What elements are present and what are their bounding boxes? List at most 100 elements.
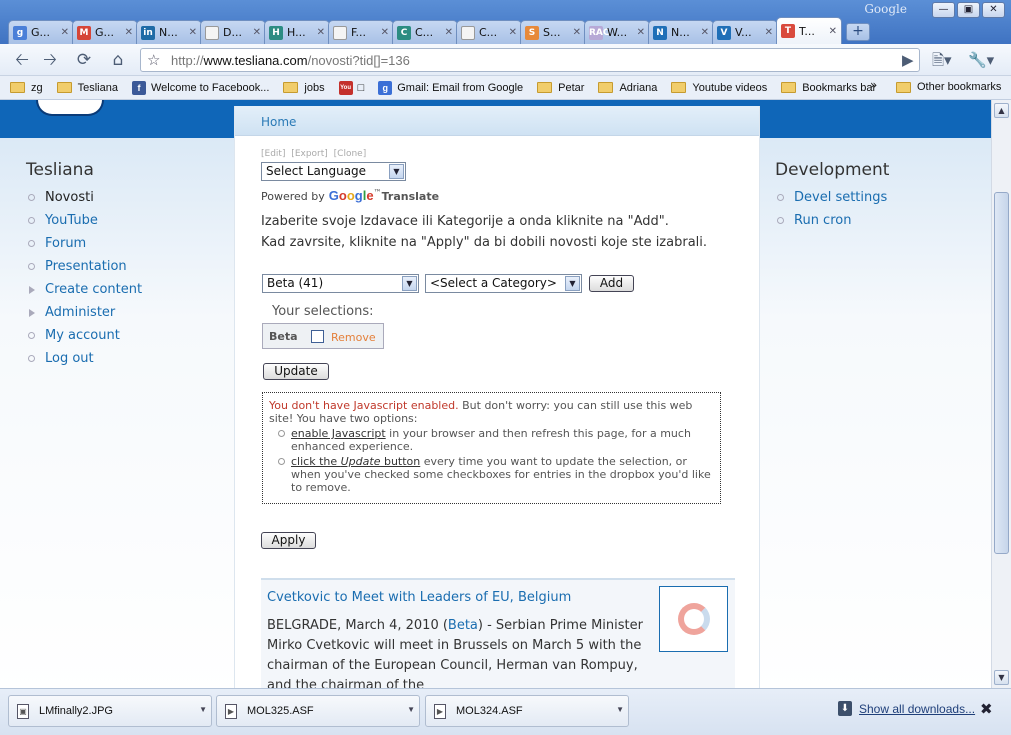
back-arrow-icon[interactable]: 🡠 bbox=[10, 49, 34, 71]
publisher-select[interactable]: Beta (41) ▼ bbox=[262, 274, 419, 293]
menu-link[interactable]: YouTube bbox=[45, 213, 98, 228]
menu-link[interactable]: Devel settings bbox=[794, 190, 887, 205]
menu-item-my-account[interactable]: My account bbox=[26, 324, 142, 347]
bookmark-item[interactable]: You □ bbox=[338, 80, 364, 95]
menu-item-administer[interactable]: Administer bbox=[26, 301, 142, 324]
tab-close-icon[interactable]: ✕ bbox=[829, 26, 837, 37]
go-arrow-icon[interactable]: ▶ bbox=[902, 49, 914, 71]
close-icon[interactable]: ✖ bbox=[980, 700, 993, 718]
download-item[interactable]: ▶ MOL325.ASF ▼ bbox=[216, 695, 420, 727]
menu-item-log-out[interactable]: Log out bbox=[26, 347, 142, 370]
tab-close-icon[interactable]: ✕ bbox=[189, 27, 197, 38]
scrollbar-thumb[interactable] bbox=[994, 192, 1009, 554]
browser-tab[interactable]: N N... ✕ bbox=[648, 20, 714, 44]
tab-close-icon[interactable]: ✕ bbox=[381, 27, 389, 38]
minimize-button[interactable]: — bbox=[932, 2, 955, 18]
remove-checkbox[interactable] bbox=[311, 330, 324, 343]
browser-tab[interactable]: D... ✕ bbox=[200, 20, 266, 44]
chevron-down-icon[interactable]: ▼ bbox=[616, 705, 624, 714]
reload-icon[interactable]: ⟳ bbox=[72, 49, 96, 71]
url-text[interactable]: http://www.tesliana.com/novosti?tid[]=13… bbox=[171, 53, 410, 68]
bookmark-item[interactable]: Petar bbox=[537, 82, 584, 94]
menu-link[interactable]: Novosti bbox=[45, 190, 94, 205]
browser-tab[interactable]: S S... ✕ bbox=[520, 20, 586, 44]
menu-link[interactable]: My account bbox=[45, 328, 120, 343]
browser-tab[interactable]: T T... ✕ bbox=[776, 17, 842, 44]
browser-tab[interactable]: H H... ✕ bbox=[264, 20, 330, 44]
menu-item-youtube[interactable]: YouTube bbox=[26, 209, 142, 232]
menu-item-create-content[interactable]: Create content bbox=[26, 278, 142, 301]
browser-tab[interactable]: C... ✕ bbox=[456, 20, 522, 44]
site-logo[interactable] bbox=[36, 100, 104, 116]
bookmark-item[interactable]: Youtube videos bbox=[671, 82, 767, 94]
bookmark-item[interactable]: jobs bbox=[283, 82, 325, 94]
click-update-link[interactable]: click the Update button bbox=[291, 455, 420, 468]
browser-tab[interactable]: F... ✕ bbox=[328, 20, 394, 44]
bookmark-item[interactable]: g Gmail: Email from Google bbox=[378, 80, 523, 95]
add-button[interactable]: Add bbox=[589, 275, 634, 292]
tab-close-icon[interactable]: ✕ bbox=[445, 27, 453, 38]
browser-tab[interactable]: RAC W... ✕ bbox=[584, 20, 650, 44]
menu-link[interactable]: Administer bbox=[45, 305, 115, 320]
node-action-tabs[interactable]: [Edit] [Export] [Clone] bbox=[261, 149, 366, 159]
update-button[interactable]: Update bbox=[263, 363, 329, 380]
tab-close-icon[interactable]: ✕ bbox=[701, 27, 709, 38]
bookmark-item[interactable]: f Welcome to Facebook... bbox=[131, 80, 269, 95]
address-bar[interactable]: ☆ http://www.tesliana.com/novosti?tid[]=… bbox=[140, 48, 920, 72]
scroll-down-arrow-icon[interactable]: ▼ bbox=[994, 670, 1009, 685]
menu-item-run-cron[interactable]: Run cron bbox=[775, 209, 887, 232]
show-all-downloads-link[interactable]: Show all downloads... bbox=[859, 702, 975, 716]
bookmark-item[interactable]: zg bbox=[10, 82, 43, 94]
bookmark-item[interactable]: Tesliana bbox=[56, 82, 118, 94]
close-window-button[interactable]: ✕ bbox=[982, 2, 1005, 18]
menu-link[interactable]: Run cron bbox=[794, 213, 851, 228]
other-bookmarks[interactable]: Other bookmarks bbox=[896, 81, 1001, 93]
menu-item-forum[interactable]: Forum bbox=[26, 232, 142, 255]
vertical-scrollbar[interactable]: ▲ ▼ bbox=[991, 100, 1011, 688]
home-icon[interactable]: ⌂ bbox=[106, 49, 130, 71]
enable-javascript-link[interactable]: enable Javascript bbox=[291, 427, 386, 440]
tab-close-icon[interactable]: ✕ bbox=[509, 27, 517, 38]
wrench-menu-icon[interactable]: 🔧▾ bbox=[968, 49, 994, 71]
scroll-up-arrow-icon[interactable]: ▲ bbox=[994, 103, 1009, 118]
tab-close-icon[interactable]: ✕ bbox=[765, 27, 773, 38]
article-thumbnail[interactable] bbox=[659, 586, 728, 652]
tab-close-icon[interactable]: ✕ bbox=[61, 27, 69, 38]
chevron-down-icon[interactable]: ▼ bbox=[199, 705, 207, 714]
bookmark-item[interactable]: Bookmarks bar bbox=[781, 82, 876, 94]
menu-item-presentation[interactable]: Presentation bbox=[26, 255, 142, 278]
source-link[interactable]: Beta bbox=[448, 618, 478, 633]
browser-tab[interactable]: g G... ✕ bbox=[8, 20, 74, 44]
tab-close-icon[interactable]: ✕ bbox=[317, 27, 325, 38]
article-title-link[interactable]: Cvetkovic to Meet with Leaders of EU, Be… bbox=[267, 590, 571, 605]
menu-link[interactable]: Log out bbox=[45, 351, 94, 366]
bookmarks-overflow-chevron[interactable]: » bbox=[870, 78, 877, 92]
bookmark-star-icon[interactable]: ☆ bbox=[147, 51, 160, 69]
tab-close-icon[interactable]: ✕ bbox=[253, 27, 261, 38]
menu-item-devel-settings[interactable]: Devel settings bbox=[775, 186, 887, 209]
forward-arrow-icon[interactable]: 🡢 bbox=[38, 49, 62, 71]
page-menu-icon[interactable]: 🗎▾ bbox=[932, 49, 952, 71]
download-item[interactable]: ▣ LMfinally2.JPG ▼ bbox=[8, 695, 212, 727]
browser-tab[interactable]: in N... ✕ bbox=[136, 20, 202, 44]
tab-close-icon[interactable]: ✕ bbox=[573, 27, 581, 38]
breadcrumb-home-link[interactable]: Home bbox=[261, 115, 296, 129]
tab-close-icon[interactable]: ✕ bbox=[637, 27, 645, 38]
bookmark-item[interactable]: Adriana bbox=[598, 82, 657, 94]
language-select[interactable]: Select Language ▼ bbox=[261, 162, 406, 181]
menu-link[interactable]: Create content bbox=[45, 282, 142, 297]
chevron-down-icon[interactable]: ▼ bbox=[407, 705, 415, 714]
category-select[interactable]: <Select a Category> ▼ bbox=[425, 274, 582, 293]
tab-close-icon[interactable]: ✕ bbox=[125, 27, 133, 38]
menu-link[interactable]: Forum bbox=[45, 236, 86, 251]
menu-item-novosti[interactable]: Novosti bbox=[26, 186, 142, 209]
new-tab-button[interactable]: + bbox=[846, 23, 870, 41]
apply-button[interactable]: Apply bbox=[261, 532, 316, 549]
browser-tab[interactable]: C C... ✕ bbox=[392, 20, 458, 44]
menu-link[interactable]: Presentation bbox=[45, 259, 127, 274]
download-item[interactable]: ▶ MOL324.ASF ▼ bbox=[425, 695, 629, 727]
maximize-button[interactable]: ▣ bbox=[957, 2, 980, 18]
browser-tab[interactable]: V V... ✕ bbox=[712, 20, 778, 44]
browser-tab[interactable]: M G... ✕ bbox=[72, 20, 138, 44]
remove-label[interactable]: Remove bbox=[331, 331, 376, 344]
